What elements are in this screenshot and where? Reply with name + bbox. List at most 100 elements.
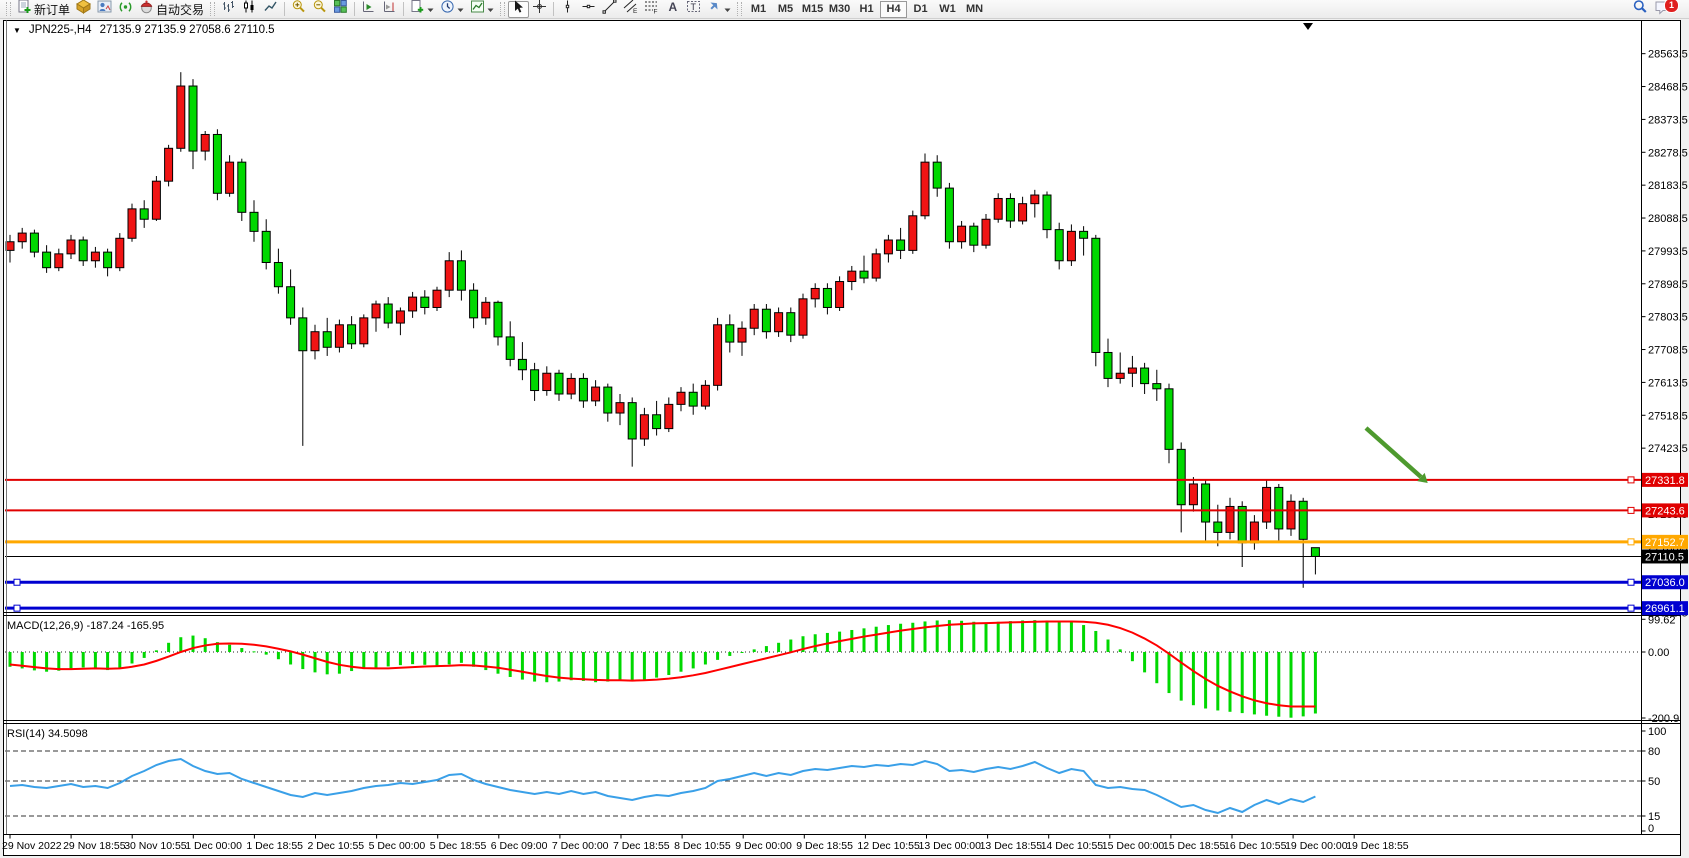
candle	[55, 254, 63, 268]
channel-tool-button[interactable]: E	[620, 1, 641, 18]
candle	[116, 238, 124, 267]
crosshair-tool-button[interactable]	[529, 1, 550, 18]
trendline-tool-button[interactable]	[599, 1, 620, 18]
candle	[592, 387, 600, 401]
timeframe-m30-button[interactable]: M30	[826, 1, 853, 18]
horizontal-line-tool-button[interactable]	[578, 1, 599, 18]
candle	[360, 318, 368, 344]
candle	[1153, 384, 1161, 389]
main-toolbar: 新订单 自动交易 E F A T M1M5M15M30H1H4D1W1MN 1	[0, 0, 1689, 19]
candle	[909, 216, 917, 251]
candle	[189, 86, 197, 151]
new-chart-icon	[410, 0, 425, 19]
time-tick-label: 5 Dec 18:55	[430, 840, 487, 852]
vertical-line-tool-button[interactable]	[557, 1, 578, 18]
price-tick-label: 27518.5	[1648, 410, 1688, 422]
text-tool-button[interactable]: A	[662, 1, 683, 18]
chart-canvas[interactable]: MACD(12,26,9) -187.24 -165.95 RSI(14) 34.…	[0, 0, 1689, 858]
data-window-button[interactable]	[94, 1, 115, 18]
rsi-label: RSI(14) 34.5098	[7, 728, 88, 740]
candle	[726, 325, 734, 342]
clock-icon	[440, 0, 455, 19]
candle	[1165, 389, 1173, 450]
timeframe-h1-button[interactable]: H1	[853, 1, 880, 18]
svg-text:E: E	[633, 8, 638, 14]
time-tick-label: 30 Nov 10:55	[124, 840, 187, 852]
cursor-tool-button[interactable]	[508, 1, 529, 18]
candle	[43, 252, 51, 268]
dropdown-caret-icon	[427, 0, 434, 18]
rsi-axis-label: 15	[1648, 811, 1660, 823]
candle	[67, 240, 75, 254]
signals-button[interactable]	[115, 1, 136, 18]
arrows-tool-button[interactable]	[704, 1, 734, 18]
price-tick-label: 28468.5	[1648, 82, 1688, 94]
tile-windows-button[interactable]	[330, 1, 351, 18]
periods-button[interactable]	[437, 1, 467, 18]
price-label: 27331.8	[1645, 475, 1685, 487]
text-label-icon: T	[686, 0, 701, 19]
notifications-button[interactable]: 1	[1651, 1, 1675, 18]
templates-button[interactable]	[467, 1, 497, 18]
zoom-in-button[interactable]	[288, 1, 309, 18]
timeframe-m1-button[interactable]: M1	[745, 1, 772, 18]
timeframe-h4-button[interactable]: H4	[880, 1, 907, 18]
timeframe-w1-button[interactable]: W1	[934, 1, 961, 18]
time-tick-label: 5 Dec 00:00	[369, 840, 426, 852]
candle	[543, 373, 551, 390]
price-tick-label: 28088.5	[1648, 213, 1688, 225]
timeframe-m5-button[interactable]: M5	[772, 1, 799, 18]
toolbar-separator	[553, 2, 554, 16]
chart-shift-button[interactable]	[379, 1, 400, 18]
candle	[165, 148, 173, 181]
candle	[970, 226, 978, 245]
market-watch-button[interactable]	[73, 1, 94, 18]
search-button[interactable]	[1629, 1, 1651, 18]
candle	[1067, 231, 1075, 260]
price-tick-label: 28373.5	[1648, 114, 1688, 126]
candle	[1189, 484, 1197, 505]
time-tick-label: 15 Dec 18:55	[1163, 840, 1226, 852]
candle	[482, 302, 490, 318]
candle	[238, 162, 246, 212]
candle	[79, 240, 87, 261]
candle	[665, 404, 673, 428]
new-chart-button[interactable]	[407, 1, 437, 18]
chart-bars-button[interactable]	[218, 1, 239, 18]
candle	[860, 271, 868, 278]
crosshair-icon	[532, 0, 547, 19]
toolbar-separator	[284, 2, 285, 16]
price-tick-label: 27423.5	[1648, 443, 1688, 455]
candle	[299, 318, 307, 351]
new-order-button[interactable]: 新订单	[14, 1, 73, 18]
chart-candles-button[interactable]	[239, 1, 260, 18]
chart-line-button[interactable]	[260, 1, 281, 18]
macd-label: MACD(12,26,9) -187.24 -165.95	[7, 620, 164, 632]
zoom-out-button[interactable]	[309, 1, 330, 18]
time-tick-label: 19 Dec 18:55	[1346, 840, 1409, 852]
package-icon	[76, 0, 91, 19]
line-handle	[14, 579, 20, 585]
timeframe-m15-button[interactable]: M15	[799, 1, 826, 18]
timeframe-mn-button[interactable]: MN	[961, 1, 988, 18]
candle	[409, 297, 417, 311]
timeframe-d1-button[interactable]: D1	[907, 1, 934, 18]
search-icon	[1632, 0, 1648, 20]
candle	[262, 231, 270, 262]
trendline-icon	[602, 0, 617, 19]
price-tick-label: 28563.5	[1648, 49, 1688, 61]
candle	[982, 219, 990, 245]
fibonacci-tool-button[interactable]: F	[641, 1, 662, 18]
time-tick-label: 1 Dec 00:00	[185, 840, 242, 852]
time-tick-label: 2 Dec 10:55	[308, 840, 365, 852]
auto-trading-button[interactable]: 自动交易	[136, 1, 207, 18]
time-tick-label: 15 Dec 00:00	[1102, 840, 1165, 852]
new-order-label: 新订单	[34, 1, 70, 18]
candle	[1311, 548, 1319, 557]
candle	[567, 378, 575, 394]
text-label-tool-button[interactable]: T	[683, 1, 704, 18]
candle	[274, 262, 282, 286]
auto-scroll-button[interactable]	[358, 1, 379, 18]
chart-menu-triangle-icon[interactable]: ▼	[13, 26, 21, 35]
macd-axis-label: 99.62	[1648, 614, 1676, 626]
